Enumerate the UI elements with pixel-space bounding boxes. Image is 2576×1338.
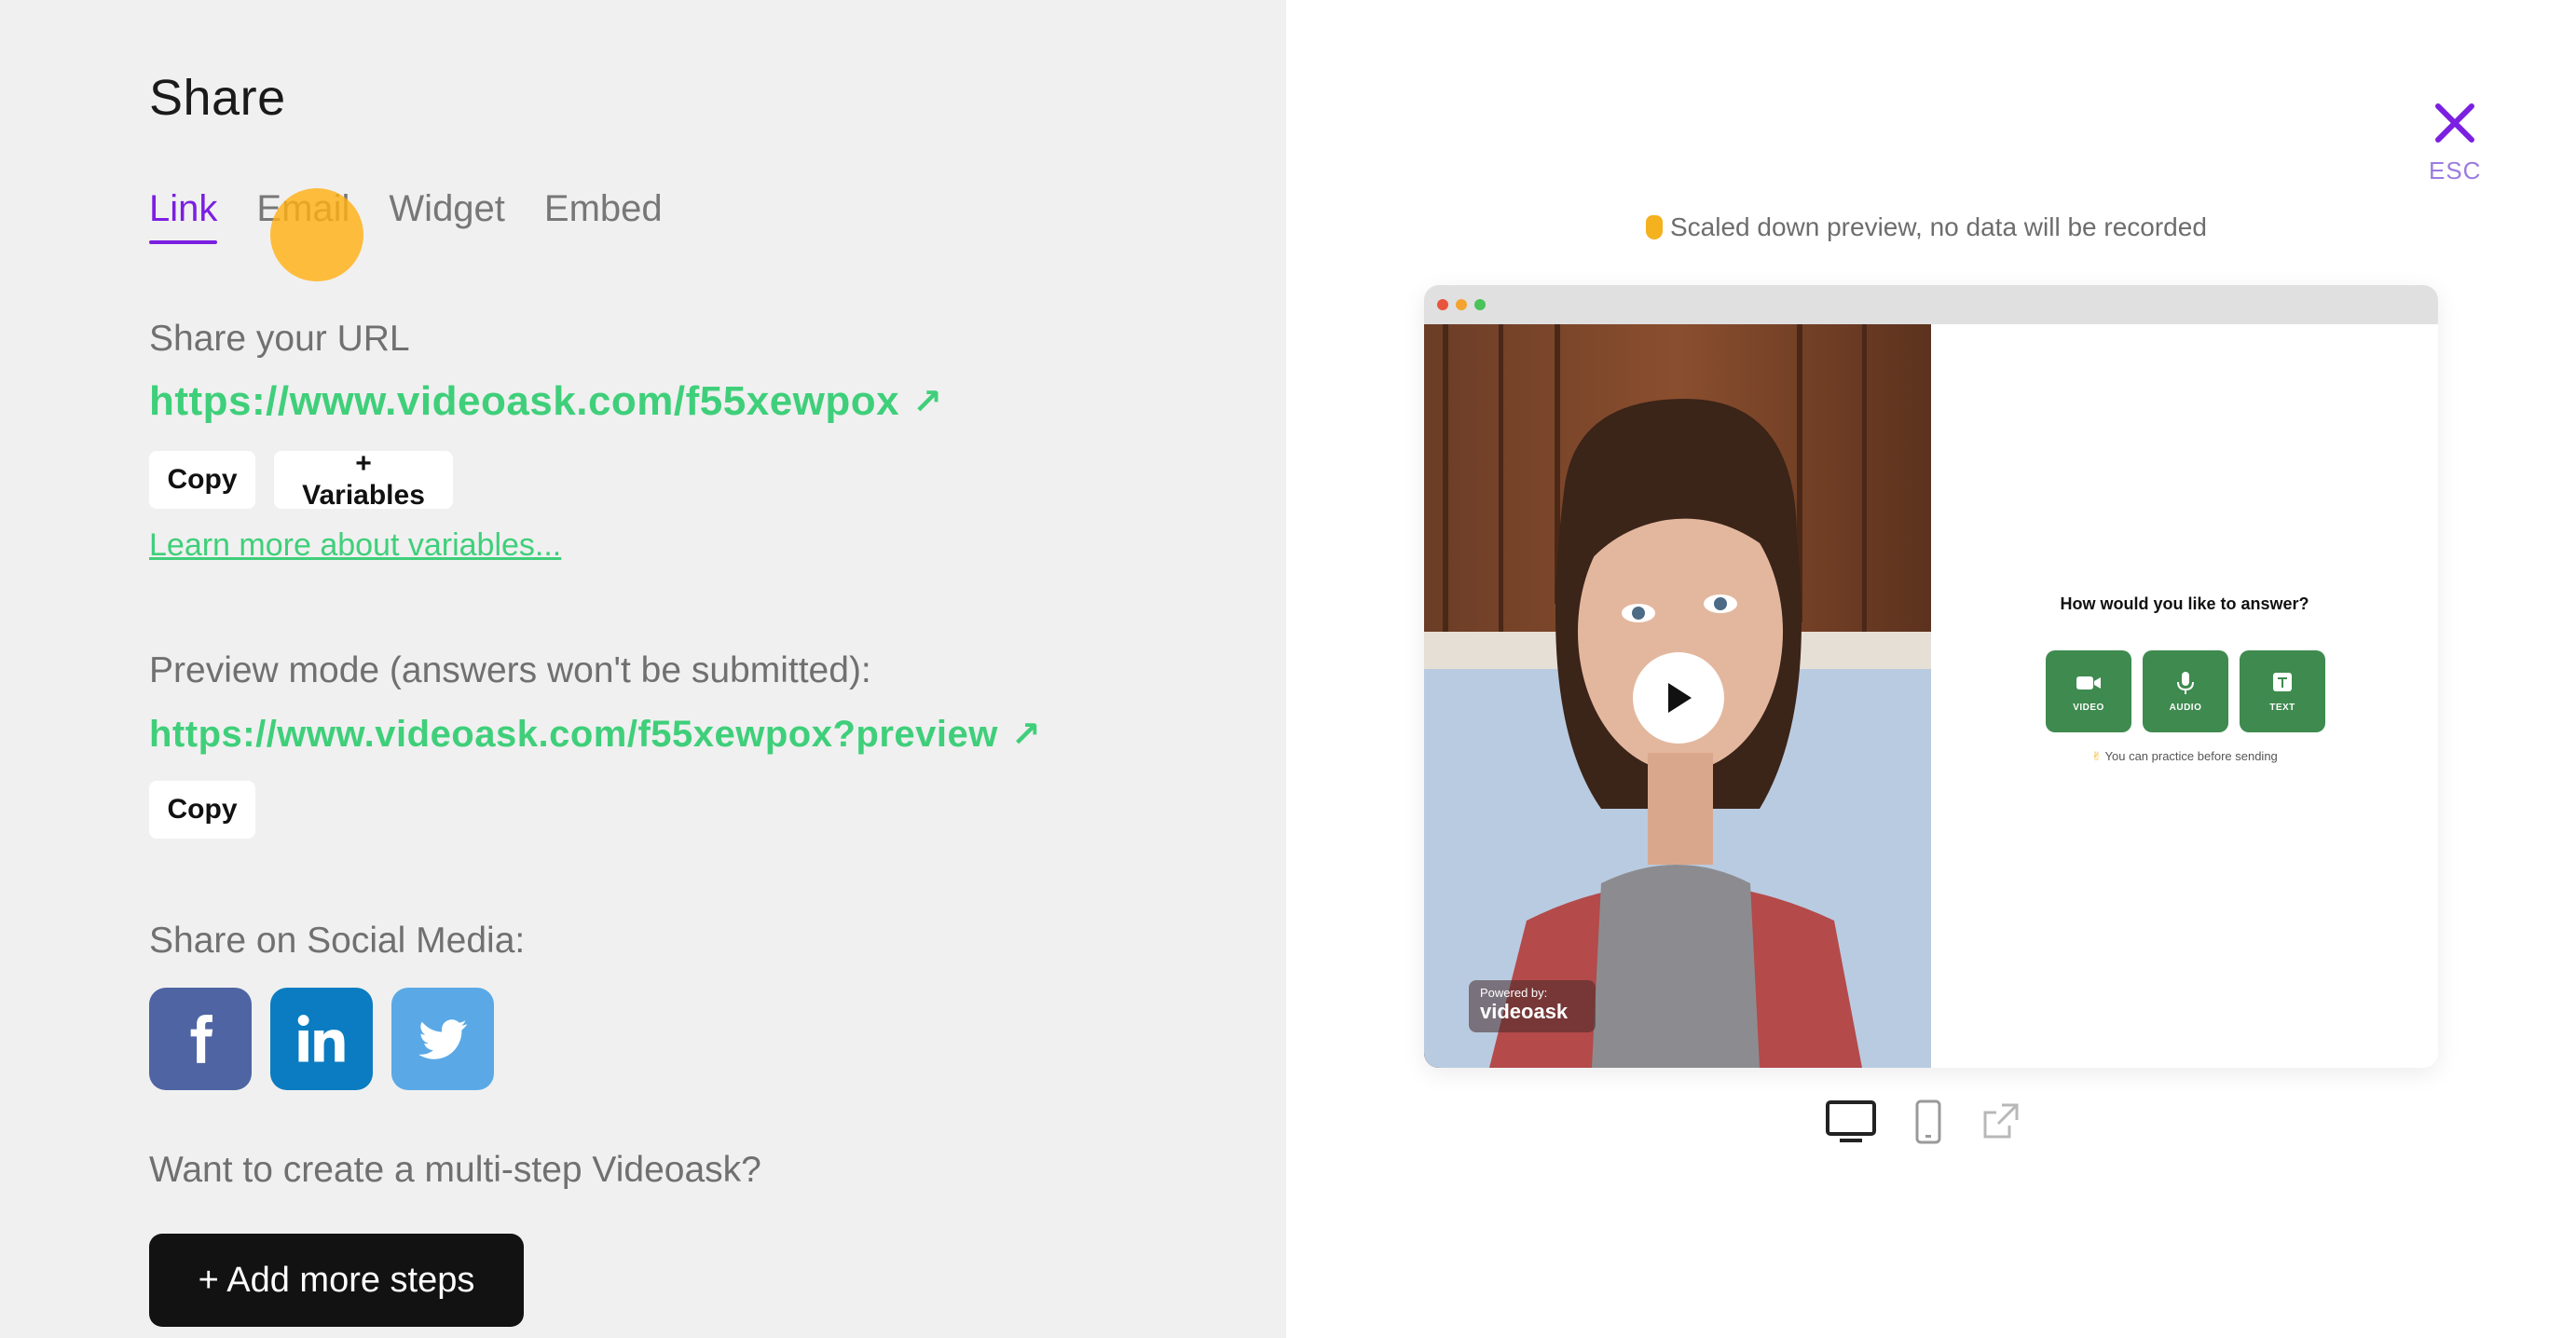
preview-mode-label: Preview mode (answers won't be submitted…: [149, 650, 871, 690]
page-title: Share: [149, 70, 286, 126]
mouse-cursor-highlight: [270, 188, 363, 281]
video-player[interactable]: Powered by: videoask: [1424, 324, 1931, 1068]
social-label: Share on Social Media:: [149, 921, 526, 961]
multi-step-label: Want to create a multi-step Videoask?: [149, 1150, 761, 1190]
share-url-label: Share your URL: [149, 319, 410, 359]
esc-hint: ESC: [2429, 157, 2482, 184]
answer-text-button[interactable]: TEXT: [2240, 650, 2325, 732]
learn-variables-link[interactable]: Learn more about variables...: [149, 527, 561, 564]
twitter-icon: [418, 1019, 467, 1059]
close-icon: [2435, 103, 2474, 143]
answer-audio-label: AUDIO: [2169, 702, 2202, 713]
share-tabs: Link Email Widget Embed: [149, 184, 663, 244]
practice-note-text: You can practice before sending: [2104, 749, 2278, 763]
facebook-icon: [190, 1015, 213, 1063]
linkedin-icon: [297, 1015, 345, 1062]
share-panel: Share Link Email Widget Embed Share your…: [0, 0, 1286, 1338]
window-minimize-dot: [1456, 299, 1467, 310]
browser-bar: [1424, 285, 2438, 324]
window-maximize-dot: [1474, 299, 1486, 310]
video-camera-icon: [2076, 676, 2101, 689]
close-button[interactable]: [2427, 95, 2483, 151]
preview-url-link[interactable]: https://www.videoask.com/f55xewpox?previ…: [149, 714, 1041, 756]
facebook-share-button[interactable]: [149, 988, 252, 1090]
text-icon: [2273, 672, 2292, 691]
add-more-steps-button[interactable]: + Add more steps: [149, 1234, 524, 1327]
victory-hand-icon: ✌: [2091, 749, 2103, 763]
share-url-link[interactable]: https://www.videoask.com/f55xewpox ↗: [149, 378, 942, 425]
preview-note-text: Scaled down preview, no data will be rec…: [1670, 212, 2207, 241]
powered-by-badge: Powered by: videoask: [1469, 980, 1596, 1032]
microphone-icon: [2177, 671, 2194, 694]
copy-url-button[interactable]: Copy: [149, 451, 255, 509]
preview-url-text: https://www.videoask.com/f55xewpox?previ…: [149, 714, 998, 755]
mobile-view-button[interactable]: [1914, 1099, 1942, 1149]
answer-video-button[interactable]: VIDEO: [2046, 650, 2131, 732]
answer-options-panel: How would you like to answer? VIDEO AUDI…: [1931, 324, 2438, 1068]
social-buttons: [149, 988, 494, 1090]
pointing-hand-icon: [1646, 215, 1663, 239]
preview-frame: Powered by: videoask How would you like …: [1424, 285, 2438, 1068]
desktop-icon: [1826, 1100, 1876, 1142]
powered-by-text: Powered by:: [1480, 986, 1548, 1000]
answer-text-label: TEXT: [2269, 702, 2295, 713]
external-link-icon: ↗: [1010, 716, 1042, 755]
answer-options: VIDEO AUDIO TEXT: [2046, 650, 2325, 732]
share-url-text: https://www.videoask.com/f55xewpox: [149, 378, 900, 424]
play-icon: [1668, 683, 1692, 713]
open-new-window-button[interactable]: [1980, 1101, 2021, 1147]
answer-audio-button[interactable]: AUDIO: [2143, 650, 2228, 732]
window-close-dot: [1437, 299, 1448, 310]
tab-embed[interactable]: Embed: [544, 184, 663, 233]
answer-video-label: VIDEO: [2073, 702, 2104, 713]
open-external-icon: [1983, 1103, 2019, 1139]
variables-button[interactable]: + Variables: [274, 448, 453, 511]
tab-widget[interactable]: Widget: [389, 184, 505, 233]
desktop-view-button[interactable]: [1825, 1099, 1877, 1149]
device-switcher: [1825, 1099, 2021, 1149]
videoask-logo: videoask: [1480, 1000, 1569, 1023]
twitter-share-button[interactable]: [391, 988, 494, 1090]
preview-note: Scaled down preview, no data will be rec…: [1646, 212, 2207, 242]
copy-preview-button[interactable]: Copy: [149, 781, 255, 839]
external-link-icon: ↗: [912, 382, 943, 422]
play-button[interactable]: [1633, 652, 1724, 744]
answer-question: How would you like to answer?: [2060, 594, 2309, 613]
tab-link[interactable]: Link: [149, 184, 218, 244]
practice-note: ✌ You can practice before sending: [1931, 749, 2438, 764]
mobile-icon: [1915, 1099, 1941, 1144]
linkedin-share-button[interactable]: [270, 988, 373, 1090]
